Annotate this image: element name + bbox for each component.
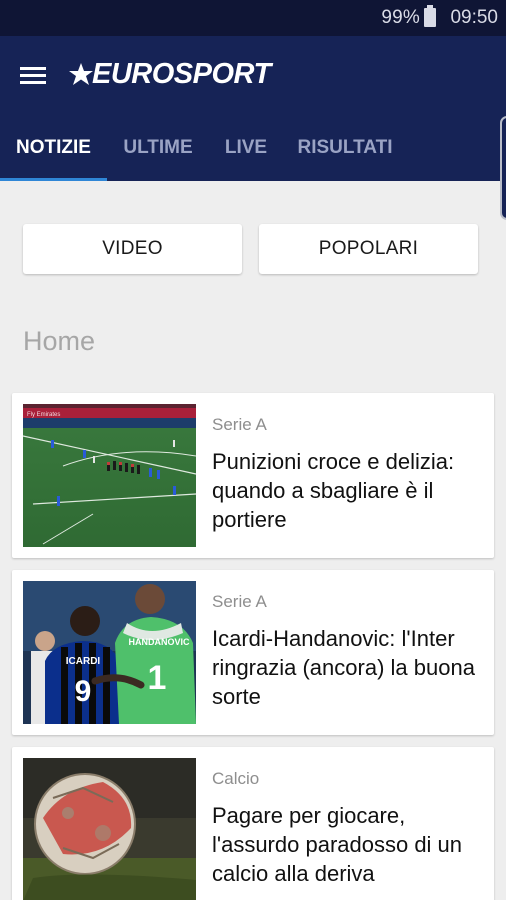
article-title: Icardi-Handanovic: l'Inter ringrazia (an… [212,626,475,709]
jersey-number-left: 9 [75,675,92,708]
article-category: Serie A [212,592,267,611]
article-card[interactable]: ICARDI 9 HANDANOVIC 1 Serie A Icardi-Han… [12,570,494,735]
status-bar: 99% 09:50 [0,0,506,36]
logo-text: EUROSPORT [92,57,271,90]
tab-bar: NOTIZIE ULTIME LIVE RISULTATI [0,126,506,181]
tab-notizie[interactable]: NOTIZIE [0,126,107,181]
popular-button[interactable]: POPOLARI [259,224,478,274]
article-category: Calcio [212,769,260,788]
article-card[interactable]: Fly Emirates Serie A Punizioni croce e d… [12,393,494,558]
pitch-board-text: Fly Emirates [27,412,60,418]
jersey-number-right: 1 [148,659,167,697]
video-button[interactable]: VIDEO [23,224,242,274]
tab-risultati[interactable]: RISULTATI [283,126,407,181]
jersey-name-left: ICARDI [66,656,101,667]
active-tab-indicator [0,178,107,181]
article-category: Serie A [212,415,267,434]
tab-live[interactable]: LIVE [209,126,283,181]
article-title: Pagare per giocare, l'assurdo paradosso … [212,803,463,886]
menu-icon[interactable] [18,64,48,88]
section-title: Home [23,326,96,356]
logo-star-icon [69,63,93,85]
status-time: 09:50 [450,7,498,28]
article-thumbnail-freekick: Fly Emirates [23,404,196,547]
article-card[interactable]: Calcio Pagare per giocare, l'assurdo par… [12,747,494,900]
tab-ultime[interactable]: ULTIME [107,126,209,181]
article-title: Punizioni croce e delizia: quando a sbag… [212,449,455,532]
article-thumbnail-players: ICARDI 9 HANDANOVIC 1 [23,581,196,724]
app-bar: EUROSPORT NOTIZIE ULTIME LIVE RISULTATI [0,36,506,220]
battery-percentage: 99% [381,7,420,28]
battery-icon [424,5,436,27]
jersey-name-right: HANDANOVIC [128,637,190,647]
eurosport-logo: EUROSPORT [68,56,271,92]
article-thumbnail-ball [23,758,196,900]
